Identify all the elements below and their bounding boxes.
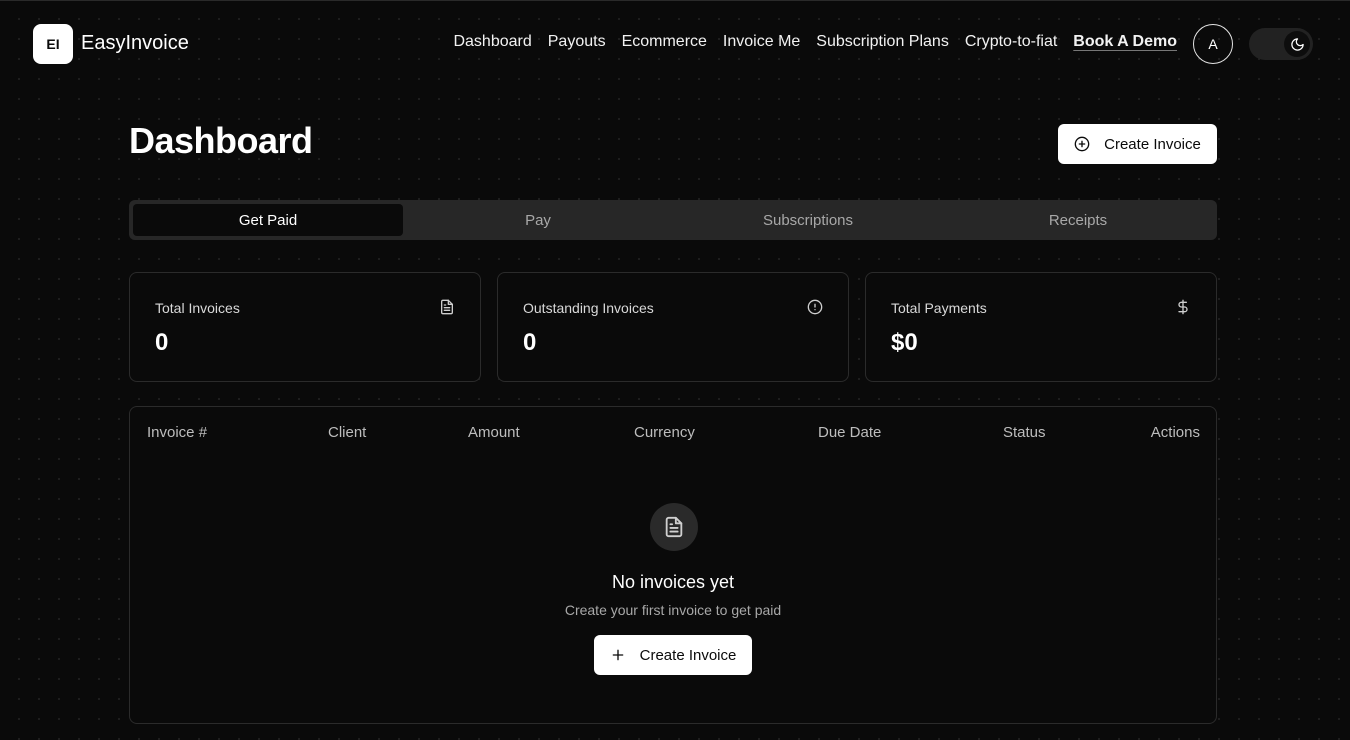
- stat-value: $0: [891, 329, 918, 356]
- column-header-status[interactable]: Status: [1003, 424, 1046, 441]
- empty-create-invoice-button[interactable]: Create Invoice: [594, 635, 752, 675]
- create-invoice-label: Create Invoice: [1104, 135, 1201, 153]
- toggle-knob: [1284, 31, 1310, 57]
- alert-circle-icon: [807, 299, 823, 315]
- stat-value: 0: [523, 329, 537, 356]
- stat-label: Total Payments: [891, 300, 987, 316]
- create-invoice-button[interactable]: Create Invoice: [1058, 124, 1217, 164]
- plus-icon: [612, 649, 623, 661]
- dollar-sign-icon: [1178, 299, 1188, 315]
- moon-icon: [1290, 37, 1304, 51]
- app-logo[interactable]: EI: [33, 24, 73, 64]
- page-title: Dashboard: [129, 120, 313, 161]
- stat-label: Total Invoices: [155, 300, 240, 316]
- main-nav: Dashboard Payouts Ecommerce Invoice Me S…: [453, 33, 1177, 51]
- theme-toggle[interactable]: [1249, 28, 1313, 60]
- plus-circle-icon: [1074, 136, 1090, 152]
- brand-name[interactable]: EasyInvoice: [81, 32, 189, 55]
- stat-card-outstanding-invoices: Outstanding Invoices 0: [497, 272, 849, 382]
- empty-state-icon-circle: [650, 503, 698, 551]
- column-header-due-date[interactable]: Due Date: [818, 424, 881, 441]
- nav-dashboard[interactable]: Dashboard: [453, 33, 531, 51]
- dashboard-tabs: Get Paid Pay Subscriptions Receipts: [129, 200, 1217, 240]
- column-header-client[interactable]: Client: [328, 424, 366, 441]
- empty-create-invoice-label: Create Invoice: [639, 646, 737, 664]
- invoices-table: Invoice # Client Amount Currency Due Dat…: [129, 406, 1217, 724]
- tab-pay[interactable]: Pay: [403, 204, 673, 236]
- nav-crypto-to-fiat[interactable]: Crypto-to-fiat: [965, 33, 1057, 51]
- column-header-amount[interactable]: Amount: [468, 424, 520, 441]
- file-text-icon: [665, 516, 683, 538]
- stat-label: Outstanding Invoices: [523, 300, 654, 316]
- nav-ecommerce[interactable]: Ecommerce: [622, 33, 707, 51]
- column-header-currency[interactable]: Currency: [634, 424, 695, 441]
- stat-value: 0: [155, 329, 169, 356]
- stat-card-total-invoices: Total Invoices 0: [129, 272, 481, 382]
- tab-subscriptions[interactable]: Subscriptions: [673, 204, 943, 236]
- column-header-invoice-number[interactable]: Invoice #: [147, 424, 207, 441]
- empty-state-subtitle: Create your first invoice to get paid: [564, 602, 782, 618]
- tab-get-paid[interactable]: Get Paid: [133, 204, 403, 236]
- user-avatar[interactable]: A: [1193, 24, 1233, 64]
- empty-state-title: No invoices yet: [611, 572, 735, 592]
- tab-receipts[interactable]: Receipts: [943, 204, 1213, 236]
- column-header-actions[interactable]: Actions: [1151, 424, 1200, 441]
- nav-book-demo[interactable]: Book A Demo: [1073, 33, 1177, 51]
- app-frame: EI EasyInvoice Dashboard Payouts Ecommer…: [0, 0, 1350, 740]
- nav-payouts[interactable]: Payouts: [548, 33, 606, 51]
- nav-subscription-plans[interactable]: Subscription Plans: [816, 33, 949, 51]
- file-text-icon: [441, 299, 453, 315]
- top-navbar: EI EasyInvoice Dashboard Payouts Ecommer…: [0, 1, 1350, 87]
- stat-card-total-payments: Total Payments $0: [865, 272, 1217, 382]
- nav-invoice-me[interactable]: Invoice Me: [723, 33, 800, 51]
